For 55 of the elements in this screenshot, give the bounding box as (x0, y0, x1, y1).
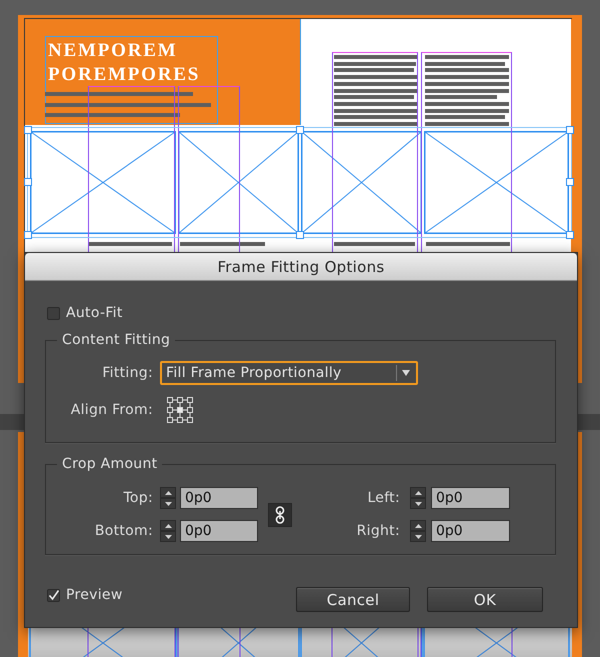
reference-point[interactable] (187, 417, 193, 423)
reference-point-selector[interactable] (167, 397, 193, 423)
headline-text: NEMPOREM POREMPORES (48, 39, 200, 87)
reference-point[interactable] (167, 407, 173, 413)
group-legend: Content Fitting (57, 332, 176, 348)
field-label: Left: (366, 490, 400, 506)
dialog-title: Frame Fitting Options (217, 258, 385, 276)
field-label: Align From: (70, 402, 153, 418)
field-label: Bottom: (94, 523, 153, 539)
field-label: Right: (356, 523, 400, 539)
caret-down-icon (414, 534, 422, 538)
reference-point[interactable] (177, 397, 183, 403)
caret-down-icon (164, 502, 172, 506)
preview-checkbox[interactable]: Preview (47, 587, 123, 603)
caret-down-icon (164, 534, 172, 538)
caret-up-icon (414, 490, 422, 494)
selection-handle[interactable] (566, 126, 574, 134)
chain-link-icon (275, 506, 285, 524)
crop-input-field[interactable]: 0p0 (180, 520, 258, 542)
crop-input-field[interactable]: 0p0 (431, 520, 510, 542)
selection-handle[interactable] (566, 178, 574, 186)
step-down-button[interactable] (160, 498, 176, 509)
step-up-button[interactable] (410, 520, 426, 531)
caret-up-icon (164, 524, 172, 528)
link-button[interactable] (268, 502, 292, 526)
field-label: Top: (122, 490, 153, 506)
selection-handle[interactable] (24, 126, 32, 134)
selection-handle[interactable] (296, 126, 304, 134)
selection-handle[interactable] (24, 178, 32, 186)
selection-handle[interactable] (296, 231, 304, 239)
caret-down-icon (414, 502, 422, 506)
crop-input-field[interactable]: 0p0 (180, 487, 258, 509)
step-up-button[interactable] (160, 487, 176, 498)
reference-point[interactable] (187, 407, 193, 413)
reference-point[interactable] (167, 417, 173, 423)
selection-handle[interactable] (566, 231, 574, 239)
caret-up-icon (414, 524, 422, 528)
selection-handle[interactable] (24, 231, 32, 239)
caret-down-icon (402, 370, 410, 376)
field-label: Fitting: (101, 365, 153, 381)
step-up-button[interactable] (410, 487, 426, 498)
dialog-button[interactable]: Cancel (296, 587, 410, 612)
fitting-dropdown[interactable]: Fill Frame Proportionally (160, 361, 418, 385)
reference-point[interactable] (177, 417, 183, 423)
caret-up-icon (164, 490, 172, 494)
step-down-button[interactable] (410, 531, 426, 542)
reference-point[interactable] (187, 397, 193, 403)
step-down-button[interactable] (410, 498, 426, 509)
crop-input-field[interactable]: 0p0 (431, 487, 510, 509)
auto-fit-checkbox[interactable]: Auto-Fit (47, 305, 123, 321)
step-down-button[interactable] (160, 531, 176, 542)
step-up-button[interactable] (160, 520, 176, 531)
group-legend: Crop Amount (57, 456, 162, 472)
reference-point[interactable] (167, 397, 173, 403)
dialog-button[interactable]: OK (427, 587, 543, 612)
